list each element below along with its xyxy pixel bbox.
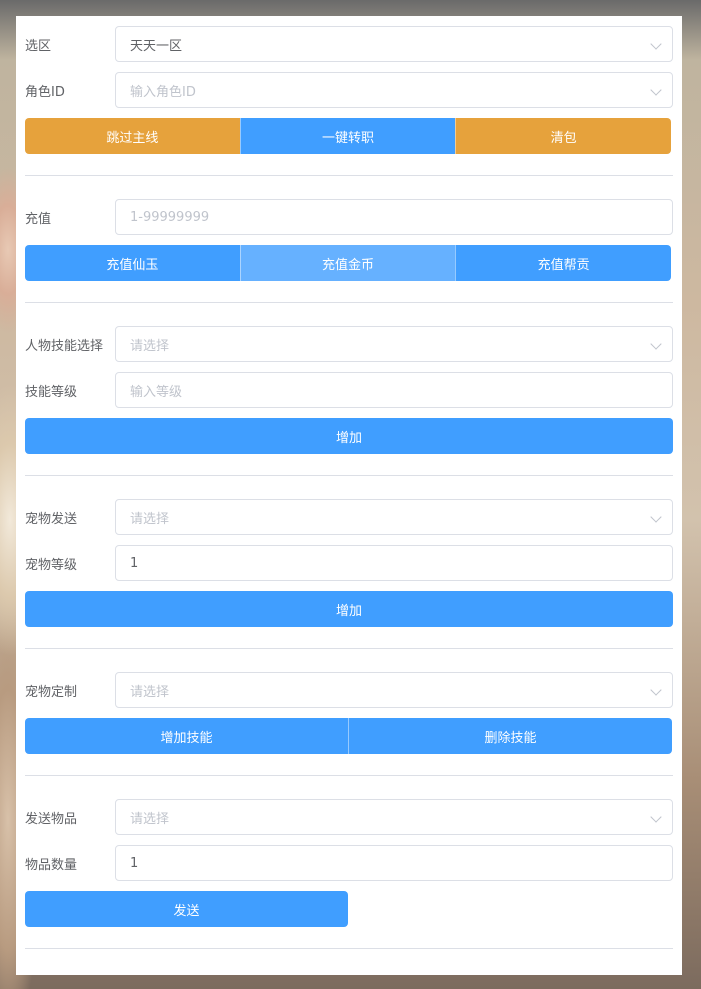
delete-pet-skill-button[interactable]: 删除技能: [348, 718, 672, 754]
item-row: 发送物品 请选择: [25, 799, 673, 835]
recharge-buttons: 充值仙玉 充值金币 充值帮贡: [25, 245, 672, 281]
recharge-label: 充值: [25, 211, 52, 227]
pet-send-row: 宠物发送 请选择: [25, 499, 673, 535]
recharge-row: 充值 1-99999999: [25, 199, 673, 235]
gm-tool-panel: 选区 天天一区 角色ID 输入角色ID 跳过主线 一键转职 清包 充值 1-99…: [16, 16, 682, 975]
clear-bag-button[interactable]: 清包: [455, 118, 672, 154]
item-qty-row: 物品数量 1: [25, 845, 673, 881]
recharge-amount-placeholder: 1-99999999: [130, 209, 210, 225]
divider: [25, 948, 673, 949]
add-skill-button[interactable]: 增加: [25, 418, 673, 454]
skill-level-input[interactable]: 输入等级: [115, 372, 673, 408]
divider: [25, 775, 673, 776]
item-label: 发送物品: [25, 811, 78, 827]
zone-select-value: 天天一区: [130, 38, 183, 54]
chevron-down-icon: [650, 511, 662, 523]
divider: [25, 175, 673, 176]
divider: [25, 302, 673, 303]
role-row: 角色ID 输入角色ID: [25, 72, 673, 108]
pet-custom-label: 宠物定制: [25, 684, 78, 700]
add-pet-skill-button[interactable]: 增加技能: [25, 718, 348, 754]
pet-custom-row: 宠物定制 请选择: [25, 672, 673, 708]
item-qty-label: 物品数量: [25, 857, 78, 873]
zone-label: 选区: [25, 38, 52, 54]
chevron-down-icon: [650, 811, 662, 823]
recharge-amount-input[interactable]: 1-99999999: [115, 199, 673, 235]
chevron-down-icon: [650, 38, 662, 50]
skill-label: 人物技能选择: [25, 338, 104, 354]
pet-level-input[interactable]: 1: [115, 545, 673, 581]
recharge-gold-button[interactable]: 充值金币: [239, 245, 456, 281]
item-qty-input[interactable]: 1: [115, 845, 673, 881]
zone-select[interactable]: 天天一区: [115, 26, 673, 62]
recharge-jade-button[interactable]: 充值仙玉: [25, 245, 240, 281]
skill-row: 人物技能选择 请选择: [25, 326, 673, 362]
pet-custom-placeholder: 请选择: [130, 684, 170, 700]
send-item-button[interactable]: 发送: [25, 891, 348, 927]
zone-row: 选区 天天一区: [25, 26, 673, 62]
pet-send-label: 宠物发送: [25, 511, 78, 527]
recharge-guild-contribution-button[interactable]: 充值帮贡: [455, 245, 672, 281]
chevron-down-icon: [650, 684, 662, 696]
pet-level-row: 宠物等级 1: [25, 545, 673, 581]
role-id-select[interactable]: 输入角色ID: [115, 72, 673, 108]
role-id-placeholder: 输入角色ID: [130, 84, 196, 100]
pet-select-placeholder: 请选择: [130, 511, 170, 527]
one-click-job-change-button[interactable]: 一键转职: [239, 118, 456, 154]
skill-level-label: 技能等级: [25, 384, 78, 400]
pet-select[interactable]: 请选择: [115, 499, 673, 535]
item-select-placeholder: 请选择: [130, 811, 170, 827]
skill-select[interactable]: 请选择: [115, 326, 673, 362]
item-qty-value: 1: [130, 855, 139, 871]
chevron-down-icon: [650, 338, 662, 350]
pet-level-value: 1: [130, 555, 139, 571]
role-label: 角色ID: [25, 84, 65, 100]
pet-skill-buttons: 增加技能 删除技能: [25, 718, 672, 754]
chevron-down-icon: [650, 84, 662, 96]
divider: [25, 475, 673, 476]
item-select[interactable]: 请选择: [115, 799, 673, 835]
pet-level-label: 宠物等级: [25, 557, 78, 573]
divider: [25, 648, 673, 649]
skill-select-placeholder: 请选择: [130, 338, 170, 354]
role-action-buttons: 跳过主线 一键转职 清包: [25, 118, 672, 154]
add-pet-button[interactable]: 增加: [25, 591, 673, 627]
skill-level-placeholder: 输入等级: [130, 384, 183, 400]
skip-main-quest-button[interactable]: 跳过主线: [25, 118, 240, 154]
skill-level-row: 技能等级 输入等级: [25, 372, 673, 408]
pet-custom-select[interactable]: 请选择: [115, 672, 673, 708]
